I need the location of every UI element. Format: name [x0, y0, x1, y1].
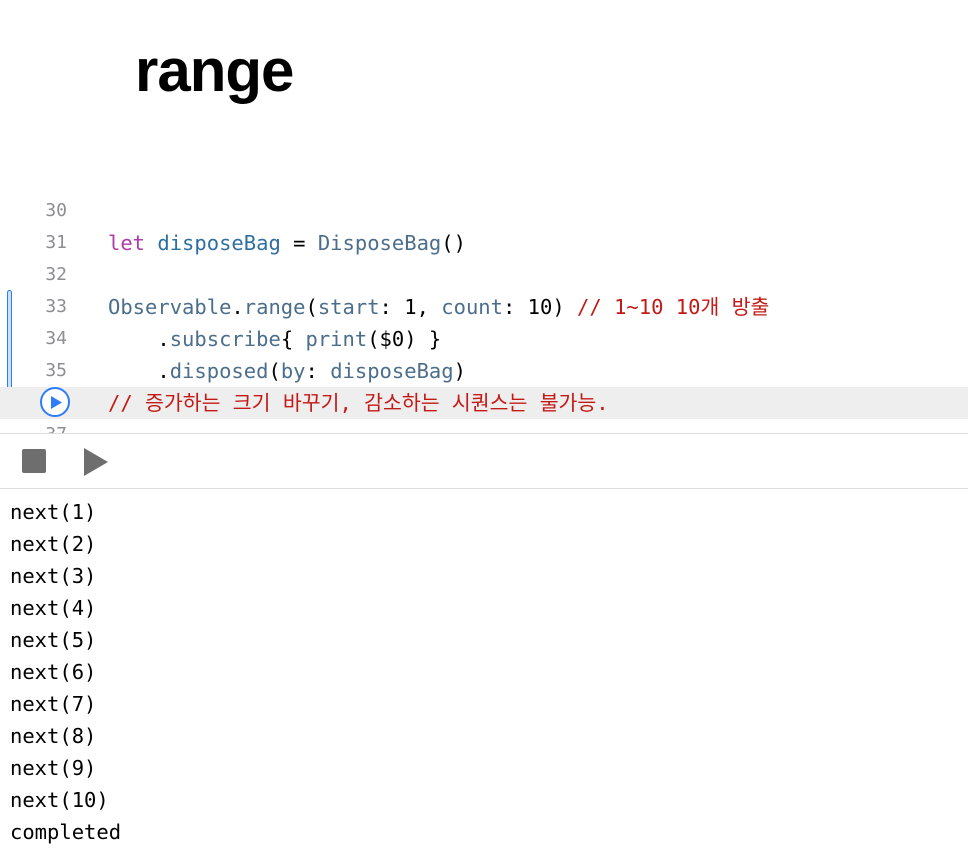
code-token: disposeBag	[157, 231, 281, 255]
code-token: ()	[441, 231, 466, 255]
code-token: .	[108, 327, 170, 351]
console-line: next(9)	[10, 756, 97, 780]
console-line: completed	[10, 820, 122, 844]
code-token: .	[108, 359, 170, 383]
play-circle-icon	[51, 396, 62, 409]
console-line: next(10)	[10, 788, 109, 812]
code-token: DisposeBag	[317, 231, 442, 255]
page-title: range	[135, 37, 294, 104]
toolbar-console-divider	[0, 488, 968, 489]
console-line: next(6)	[10, 660, 97, 684]
code-token: let	[108, 231, 146, 255]
code-token: // 1~10 10개 방출	[577, 295, 770, 319]
code-token: .	[231, 295, 244, 319]
code-token: {	[280, 327, 306, 351]
code-token: // 증가하는 크기 바꾸기, 감소하는 시퀀스는 불가능.	[108, 391, 609, 415]
code-text: // 증가하는 크기 바꾸기, 감소하는 시퀀스는 불가능.	[108, 387, 609, 419]
code-token: )	[453, 359, 466, 383]
code-line[interactable]: 31 let disposeBag = DisposeBag()	[0, 227, 968, 259]
code-token: :	[305, 359, 331, 383]
code-token: start	[317, 295, 380, 319]
code-token: by	[280, 359, 306, 383]
editor-console-divider	[0, 433, 968, 434]
line-number: 37	[0, 419, 67, 434]
code-line[interactable]: // 증가하는 크기 바꾸기, 감소하는 시퀀스는 불가능.	[0, 387, 968, 419]
code-text: let disposeBag = DisposeBag()	[108, 227, 466, 259]
console-line: next(4)	[10, 596, 97, 620]
console-line: next(1)	[10, 500, 97, 524]
code-line[interactable]: 35 .disposed(by: disposeBag)	[0, 355, 968, 387]
console-line: next(7)	[10, 692, 97, 716]
code-line[interactable]: 33 Observable.range(start: 1, count: 10) …	[0, 291, 968, 323]
code-token: subscribe	[169, 327, 281, 351]
code-token: disposed	[169, 359, 269, 383]
code-line[interactable]: 34 .subscribe{ print($0) }	[0, 323, 968, 355]
run-to-line-button[interactable]	[40, 387, 70, 417]
stop-icon[interactable]	[22, 449, 46, 473]
code-token: Observable	[108, 295, 232, 319]
code-line[interactable]: 32	[0, 259, 968, 291]
console-line: next(2)	[10, 532, 97, 556]
line-number: 33	[45, 296, 67, 317]
code-token: print	[305, 327, 368, 351]
code-editor[interactable]: 30 31 let disposeBag = DisposeBag() 32 33 Obs…	[0, 196, 968, 434]
code-token: : 1,	[379, 295, 442, 319]
code-token: (	[305, 295, 318, 319]
line-number: 32	[45, 264, 67, 285]
play-icon[interactable]	[82, 447, 110, 477]
console-line: next(3)	[10, 564, 97, 588]
code-text: .disposed(by: disposeBag)	[108, 355, 466, 387]
code-token: (	[268, 359, 281, 383]
code-token: count	[441, 295, 503, 319]
line-number: 31	[45, 232, 67, 253]
code-line[interactable]: 30	[0, 196, 968, 227]
line-number: 34	[45, 328, 67, 349]
code-text: .subscribe{ print($0) }	[108, 323, 441, 355]
line-number: 35	[45, 360, 67, 381]
console-output: next(1) next(2) next(3) next(4) next(5) next(…	[10, 496, 960, 848]
code-line[interactable]: 37	[0, 419, 968, 434]
debug-toolbar	[0, 435, 968, 488]
code-token: ($0) }	[367, 327, 442, 351]
console-line: next(8)	[10, 724, 97, 748]
code-text: Observable.range(start: 1, count: 10) //…	[108, 291, 769, 323]
code-token: =	[280, 231, 318, 255]
line-number: 30	[45, 200, 67, 221]
console-line: next(5)	[10, 628, 97, 652]
code-token: disposeBag	[330, 359, 454, 383]
code-token: range	[243, 295, 306, 319]
code-token: : 10)	[502, 295, 578, 319]
